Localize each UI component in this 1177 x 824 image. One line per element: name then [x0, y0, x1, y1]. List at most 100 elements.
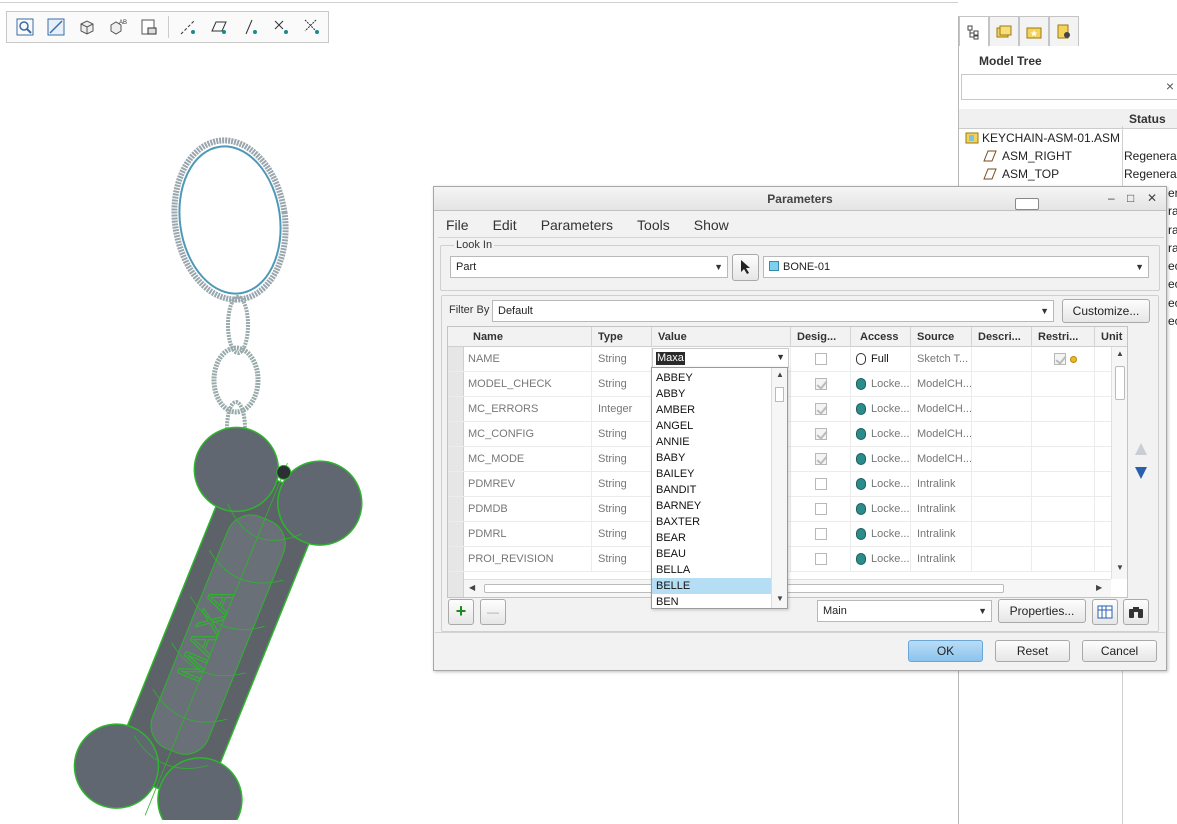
model-tree-tab-icon[interactable] [959, 16, 989, 46]
select-object-button[interactable] [732, 254, 759, 281]
minimize-icon[interactable]: – [1108, 191, 1115, 205]
status-column-header[interactable]: Status [1129, 112, 1166, 126]
param-description[interactable] [972, 372, 1032, 397]
menu-show[interactable]: Show [682, 213, 741, 237]
dropdown-option[interactable]: BABY [652, 450, 771, 466]
properties-button[interactable]: Properties... [998, 599, 1086, 623]
column-header-name[interactable]: Name [464, 327, 592, 347]
column-header-value[interactable]: Value [652, 327, 791, 347]
add-parameter-button[interactable]: + [448, 599, 474, 625]
table-vertical-scrollbar[interactable]: ▲ ▼ [1111, 347, 1127, 579]
tree-item-assembly[interactable]: KEYCHAIN-ASM-01.ASM [959, 129, 1177, 147]
designate-checkbox[interactable] [815, 378, 827, 390]
scroll-down-icon[interactable]: ▼ [776, 594, 784, 603]
filter-select[interactable]: Default ▼ [492, 300, 1054, 322]
cancel-button[interactable]: Cancel [1082, 640, 1157, 662]
param-description[interactable] [972, 472, 1032, 497]
dropdown-option[interactable]: BEAU [652, 546, 771, 562]
move-down-icon[interactable] [1134, 466, 1148, 480]
named-views-icon[interactable]: AB [104, 14, 132, 40]
datum-axis-display-icon[interactable] [174, 14, 202, 40]
value-edit-input[interactable]: Maxa ▼ [652, 348, 789, 368]
dropdown-option[interactable]: BELLA [652, 562, 771, 578]
param-access[interactable]: Locke... [851, 372, 911, 397]
favorites-tab-icon[interactable] [1019, 16, 1049, 46]
dropdown-option[interactable]: BAXTER [652, 514, 771, 530]
dropdown-option[interactable]: ABBY [652, 386, 771, 402]
model-tree-search-input[interactable]: × [961, 74, 1177, 100]
designate-checkbox[interactable] [815, 353, 827, 365]
close-icon[interactable]: ✕ [1147, 191, 1157, 205]
scroll-thumb[interactable] [775, 387, 784, 402]
dock-icon[interactable] [1015, 198, 1039, 210]
refit-view-icon[interactable] [42, 14, 70, 40]
reset-button[interactable]: Reset [995, 640, 1070, 662]
column-header-access[interactable]: Access [851, 327, 911, 347]
designate-checkbox[interactable] [815, 553, 827, 565]
column-header-source[interactable]: Source [911, 327, 972, 347]
param-access[interactable]: Locke... [851, 472, 911, 497]
param-access[interactable]: Locke... [851, 547, 911, 572]
param-access[interactable]: Locke... [851, 497, 911, 522]
search-tools-tab-icon[interactable] [1049, 16, 1079, 46]
customize-button[interactable]: Customize... [1062, 299, 1150, 323]
param-access[interactable]: Locke... [851, 447, 911, 472]
csys-display-icon[interactable] [267, 14, 295, 40]
designate-checkbox[interactable] [815, 503, 827, 515]
folder-browser-tab-icon[interactable] [989, 16, 1019, 46]
table-columns-button[interactable] [1092, 599, 1118, 625]
param-access[interactable]: Locke... [851, 522, 911, 547]
ok-button[interactable]: OK [908, 640, 983, 662]
dropdown-option[interactable]: BARNEY [652, 498, 771, 514]
column-header-restricted[interactable]: Restri... [1032, 327, 1095, 347]
parameter-set-select[interactable]: Main ▼ [817, 600, 992, 622]
param-description[interactable] [972, 397, 1032, 422]
scroll-right-icon[interactable]: ▶ [1096, 583, 1102, 592]
move-up-icon[interactable] [1134, 442, 1148, 456]
param-description[interactable] [972, 497, 1032, 522]
dropdown-option[interactable]: BAILEY [652, 466, 771, 482]
column-header-designate[interactable]: Desig... [791, 327, 851, 347]
param-description[interactable] [972, 522, 1032, 547]
scroll-up-icon[interactable]: ▲ [1116, 349, 1124, 358]
scroll-down-icon[interactable]: ▼ [1116, 563, 1124, 572]
column-header-unit[interactable]: Unit [1095, 327, 1127, 347]
dropdown-option[interactable]: BANDIT [652, 482, 771, 498]
tree-item-asm-top[interactable]: ASM_TOP Regenera [959, 165, 1177, 183]
view-orient-icon[interactable] [73, 14, 101, 40]
scroll-left-icon[interactable]: ◀ [469, 583, 475, 592]
designate-checkbox[interactable] [815, 453, 827, 465]
find-button[interactable] [1123, 599, 1149, 625]
designate-checkbox[interactable] [815, 403, 827, 415]
menu-tools[interactable]: Tools [625, 213, 682, 237]
menu-parameters[interactable]: Parameters [529, 213, 625, 237]
dropdown-option[interactable]: ANNIE [652, 434, 771, 450]
designate-checkbox[interactable] [815, 528, 827, 540]
menu-edit[interactable]: Edit [481, 213, 529, 237]
tree-item-asm-right[interactable]: ASM_RIGHT Regenera [959, 147, 1177, 165]
look-in-type-select[interactable]: Part ▼ [450, 256, 728, 278]
param-description[interactable] [972, 422, 1032, 447]
param-access[interactable]: Full [851, 347, 911, 372]
dropdown-option[interactable]: ABBEY [652, 370, 771, 386]
dropdown-option[interactable]: BEN [652, 594, 771, 608]
zoom-fit-icon[interactable] [11, 14, 39, 40]
dropdown-option[interactable]: ANGEL [652, 418, 771, 434]
param-description[interactable] [972, 347, 1032, 372]
column-header-description[interactable]: Descri... [972, 327, 1032, 347]
saved-views-icon[interactable] [135, 14, 163, 40]
dropdown-option[interactable]: BEAR [652, 530, 771, 546]
param-access[interactable]: Locke... [851, 397, 911, 422]
dropdown-option[interactable]: AMBER [652, 402, 771, 418]
remove-parameter-button[interactable]: — [480, 599, 506, 625]
restricted-checkbox[interactable] [1054, 353, 1066, 365]
datum-point-display-icon[interactable] [236, 14, 264, 40]
dropdown-scrollbar[interactable]: ▲ ▼ [771, 368, 787, 608]
chevron-down-icon[interactable]: ▼ [776, 352, 785, 362]
designate-checkbox[interactable] [815, 428, 827, 440]
param-description[interactable] [972, 547, 1032, 572]
dropdown-option[interactable]: BELLE [652, 578, 771, 594]
datum-plane-display-icon[interactable] [205, 14, 233, 40]
scroll-thumb[interactable] [1115, 366, 1125, 400]
maximize-icon[interactable]: □ [1127, 191, 1134, 205]
